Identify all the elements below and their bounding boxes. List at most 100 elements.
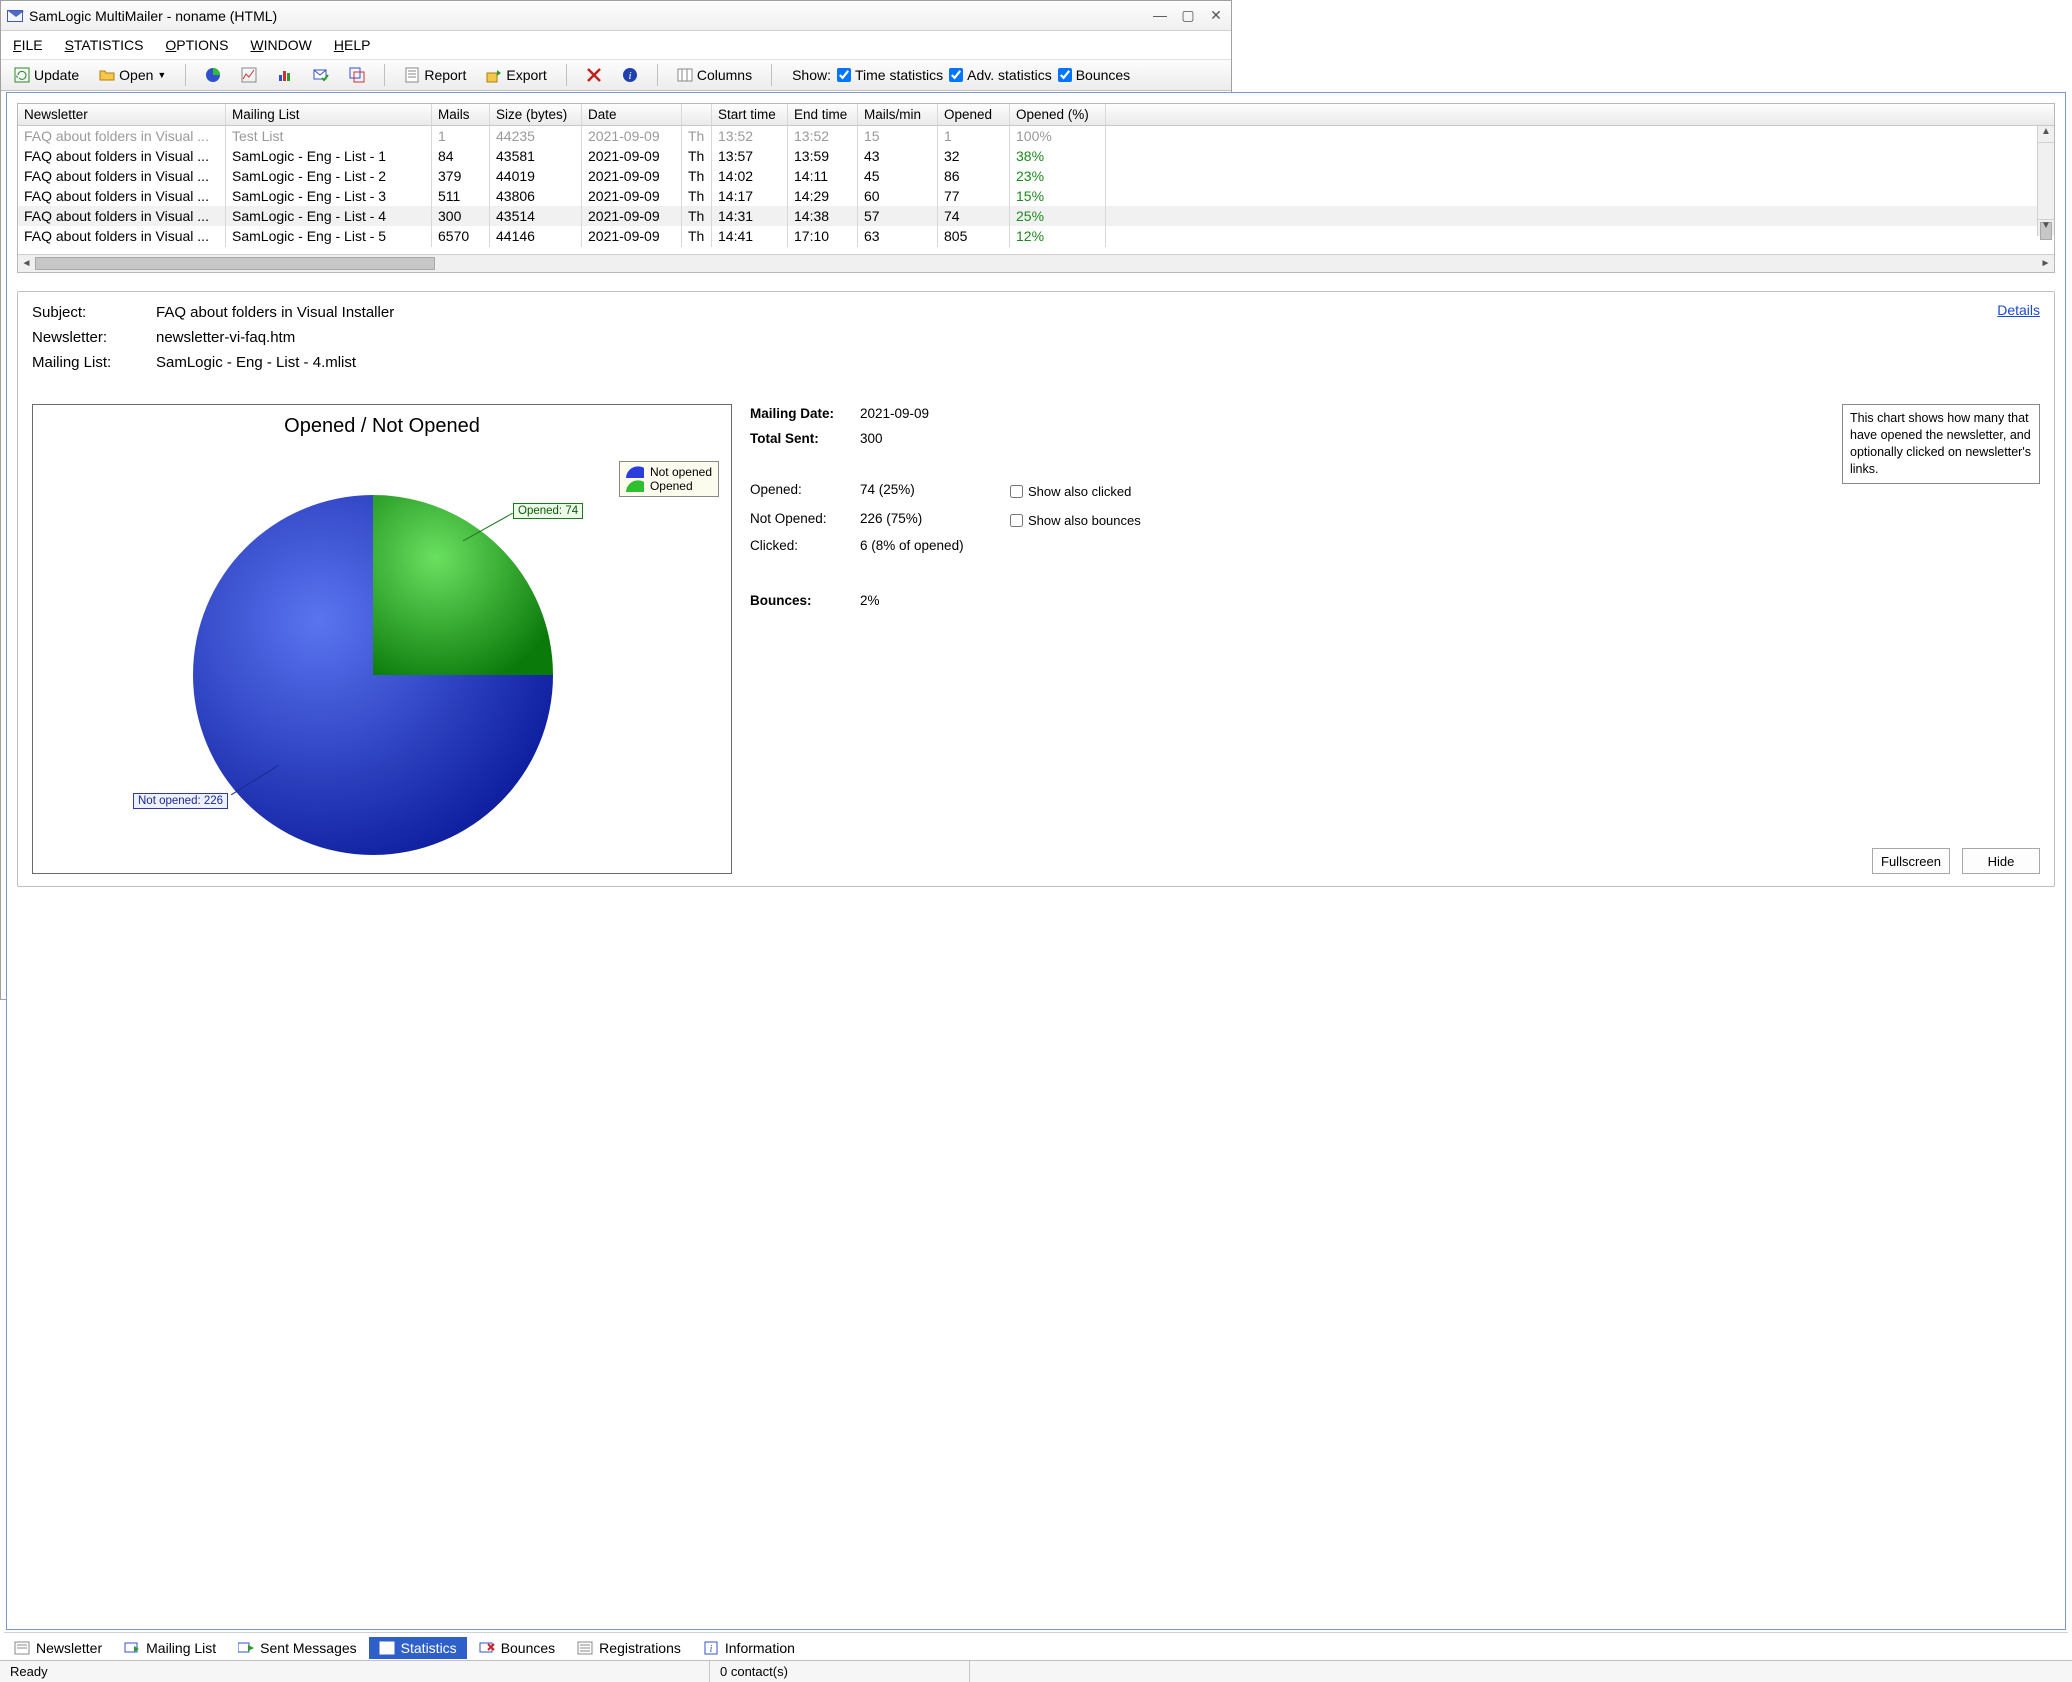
columns-label: Columns (697, 67, 752, 83)
grid-header-cell[interactable]: Mailing List (226, 104, 432, 125)
table-row[interactable]: FAQ about folders in Visual ...SamLogic … (18, 166, 2054, 186)
callout-line-icon (231, 765, 281, 795)
show-bounces-checkbox[interactable]: Show also bounces (1010, 513, 2040, 528)
tab-mailing-list[interactable]: Mailing List (114, 1637, 226, 1659)
update-button[interactable]: Update (7, 64, 86, 86)
callout-opened: Opened: 74 (513, 503, 583, 519)
tab-sent-messages[interactable]: Sent Messages (228, 1637, 367, 1659)
callout-line-icon (463, 513, 515, 543)
line-chart-icon-button[interactable] (234, 64, 264, 86)
table-cell: 1 (432, 126, 490, 147)
grid-header-cell[interactable]: Date (582, 104, 682, 125)
table-row[interactable]: FAQ about folders in Visual ...SamLogic … (18, 206, 2054, 226)
table-cell: 43806 (490, 185, 582, 207)
bounces-value: 2% (860, 593, 950, 608)
report-button[interactable]: Report (397, 64, 473, 86)
refresh-icon (14, 67, 30, 83)
grid-header-cell[interactable]: Opened (%) (1010, 104, 1106, 125)
table-row[interactable]: FAQ about folders in Visual ...Test List… (18, 126, 2054, 146)
columns-button[interactable]: Columns (670, 64, 759, 86)
grid-horizontal-scrollbar[interactable]: ◄ ► (18, 254, 2054, 272)
newsletter-label: Newsletter: (32, 329, 156, 346)
legend-notopened: Not opened (650, 465, 712, 479)
info-icon: i (622, 67, 638, 83)
scroll-right-icon[interactable]: ► (2037, 258, 2054, 269)
columns-icon (677, 67, 693, 83)
table-row[interactable]: FAQ about folders in Visual ...SamLogic … (18, 226, 2054, 246)
statusbar: Ready 0 contact(s) (0, 1660, 2072, 1682)
table-cell: 74 (938, 205, 1010, 227)
grid-vertical-scrollbar[interactable]: ▲ ▼ (2037, 126, 2054, 236)
table-cell: 43581 (490, 145, 582, 167)
table-cell: 84 (432, 145, 490, 167)
table-cell: 2021-09-09 (582, 225, 682, 247)
minimize-icon[interactable]: — (1151, 7, 1169, 24)
grid-header-cell[interactable]: Mails (432, 104, 490, 125)
envelope-check-icon-button[interactable] (306, 64, 336, 86)
fullscreen-button[interactable]: Fullscreen (1872, 848, 1950, 874)
bounces-checkbox[interactable]: Bounces (1058, 67, 1130, 83)
tab-bounces[interactable]: Bounces (469, 1637, 565, 1659)
table-cell: 43514 (490, 205, 582, 227)
statistics-side-panel: This chart shows how many that have open… (750, 404, 2040, 874)
table-cell: Th (682, 145, 712, 167)
tab-statistics[interactable]: Statistics (369, 1637, 467, 1659)
table-row[interactable]: FAQ about folders in Visual ...SamLogic … (18, 186, 2054, 206)
svg-text:i: i (709, 1644, 712, 1655)
total-sent-value: 300 (860, 431, 950, 446)
maximize-icon[interactable]: ▢ (1179, 7, 1197, 24)
table-cell: 14:38 (788, 205, 858, 227)
info-button[interactable]: i (615, 64, 645, 86)
table-cell: 43 (858, 145, 938, 167)
tab-newsletter[interactable]: Newsletter (4, 1637, 112, 1659)
table-cell: 17:10 (788, 225, 858, 247)
menu-options[interactable]: OPTIONS (165, 37, 228, 53)
table-cell: 25% (1010, 205, 1106, 227)
grid-header-cell[interactable]: Newsletter (18, 104, 226, 125)
show-label: Show: (792, 67, 831, 83)
adv-statistics-checkbox[interactable]: Adv. statistics (949, 67, 1052, 83)
pie-chart-panel: Opened / Not Opened Not opened Opened Op… (32, 404, 732, 874)
scroll-down-icon[interactable]: ▼ (2038, 219, 2054, 236)
grid-header-cell[interactable]: Start time (712, 104, 788, 125)
table-cell: Th (682, 205, 712, 227)
pie-chart-icon-button[interactable] (198, 64, 228, 86)
content-panel: NewsletterMailing ListMailsSize (bytes)D… (6, 92, 2066, 1630)
table-cell: Th (682, 126, 712, 147)
bar-chart-icon-button[interactable] (270, 64, 300, 86)
menu-window[interactable]: WINDOW (250, 37, 311, 53)
menu-statistics[interactable]: STATISTICS (65, 37, 144, 53)
menubar: FILE STATISTICS OPTIONS WINDOW HELP (1, 31, 1231, 59)
table-cell: Th (682, 225, 712, 247)
scroll-left-icon[interactable]: ◄ (18, 258, 35, 269)
scroll-up-icon[interactable]: ▲ (2038, 126, 2054, 143)
grid-header-cell[interactable] (682, 104, 712, 125)
toolbar-separator (566, 64, 567, 86)
windows-icon-button[interactable] (342, 64, 372, 86)
toolbar-separator (384, 64, 385, 86)
hide-button[interactable]: Hide (1962, 848, 2040, 874)
mailing-date-value: 2021-09-09 (860, 406, 950, 421)
time-statistics-checkbox[interactable]: Time statistics (837, 67, 943, 83)
details-link[interactable]: Details (1997, 302, 2040, 318)
table-row[interactable]: FAQ about folders in Visual ...SamLogic … (18, 146, 2054, 166)
tab-information[interactable]: iInformation (693, 1637, 805, 1659)
delete-x-icon (586, 67, 602, 83)
show-clicked-checkbox[interactable]: Show also clicked (1010, 484, 2040, 499)
report-icon (404, 67, 420, 83)
hscroll-thumb[interactable] (35, 257, 435, 270)
grid-body[interactable]: FAQ about folders in Visual ...Test List… (18, 126, 2054, 254)
close-icon[interactable]: ✕ (1207, 7, 1225, 24)
grid-header-cell[interactable]: End time (788, 104, 858, 125)
table-cell: 44146 (490, 225, 582, 247)
grid-header-cell[interactable]: Mails/min (858, 104, 938, 125)
export-button[interactable]: Export (479, 64, 553, 86)
folder-open-icon (99, 67, 115, 83)
menu-help[interactable]: HELP (334, 37, 371, 53)
grid-header-cell[interactable]: Size (bytes) (490, 104, 582, 125)
tab-registrations[interactable]: Registrations (567, 1637, 691, 1659)
menu-file[interactable]: FILE (13, 37, 43, 53)
open-button[interactable]: Open ▼ (92, 64, 173, 86)
grid-header-cell[interactable]: Opened (938, 104, 1010, 125)
delete-button[interactable] (579, 64, 609, 86)
